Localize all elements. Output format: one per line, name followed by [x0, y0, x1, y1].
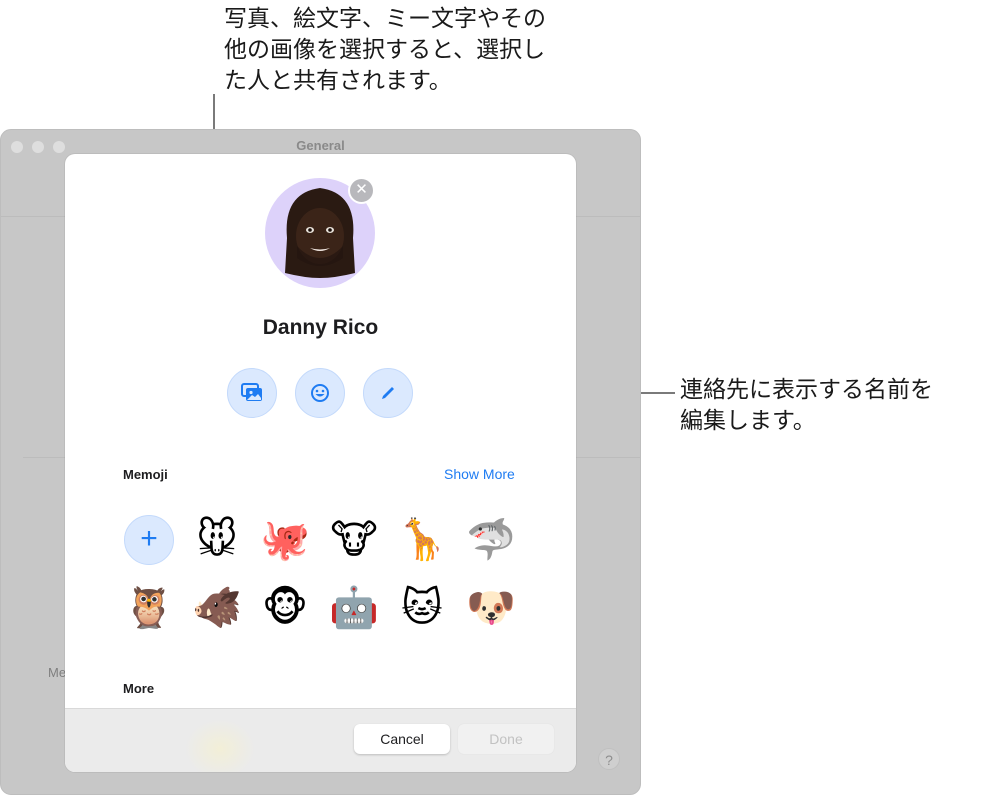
- memoji-mouse-icon[interactable]: 🐭: [192, 515, 242, 565]
- memoji-shark-icon[interactable]: 🦈: [466, 515, 516, 565]
- window-title: General: [296, 138, 345, 153]
- emoji-icon: [311, 384, 329, 402]
- memoji-owl-icon[interactable]: 🦉: [124, 583, 174, 633]
- memoji-cow-icon[interactable]: 🐮: [329, 515, 379, 565]
- show-more-link[interactable]: Show More: [444, 466, 515, 482]
- memoji-giraffe-icon[interactable]: 🦒: [397, 515, 447, 565]
- remove-avatar-button[interactable]: ✕: [348, 177, 375, 204]
- memoji-octopus-icon[interactable]: 🐙: [260, 515, 310, 565]
- photos-icon: [241, 383, 262, 401]
- footer-glow: [185, 719, 255, 772]
- memoji-cat-icon[interactable]: 🐱: [397, 583, 447, 633]
- callout-share-images: 写真、絵文字、ミー文字やその 他の画像を選択すると、選択し た人と共有されます。: [224, 6, 546, 94]
- done-button[interactable]: Done: [458, 724, 554, 754]
- memoji-dog-icon[interactable]: 🐶: [466, 583, 516, 633]
- memoji-robot-icon[interactable]: 🤖: [329, 583, 379, 633]
- memoji-section-title: Memoji: [123, 467, 168, 482]
- add-memoji-button[interactable]: +: [124, 515, 174, 565]
- more-section-title: More: [123, 681, 155, 696]
- callout-edit-name: 連絡先に表示する名前を 編集します。: [680, 377, 933, 434]
- memoji-monkey-icon[interactable]: 🐵: [260, 583, 310, 633]
- help-button[interactable]: ?: [598, 748, 620, 770]
- emoji-button[interactable]: [295, 368, 345, 418]
- background-label: Me: [48, 665, 67, 680]
- photos-button[interactable]: [227, 368, 277, 418]
- contact-name: Danny Rico: [262, 316, 379, 339]
- memoji-boar-icon[interactable]: 🐗: [192, 583, 242, 633]
- edit-name-button[interactable]: [363, 368, 413, 418]
- pencil-icon: [382, 387, 394, 399]
- sheet-footer: Cancel Done: [65, 708, 576, 772]
- profile-sheet: ✕ Danny Rico Memoji Show More + 🐭 🐙 🐮 🦒 …: [65, 154, 576, 772]
- cancel-button[interactable]: Cancel: [354, 724, 450, 754]
